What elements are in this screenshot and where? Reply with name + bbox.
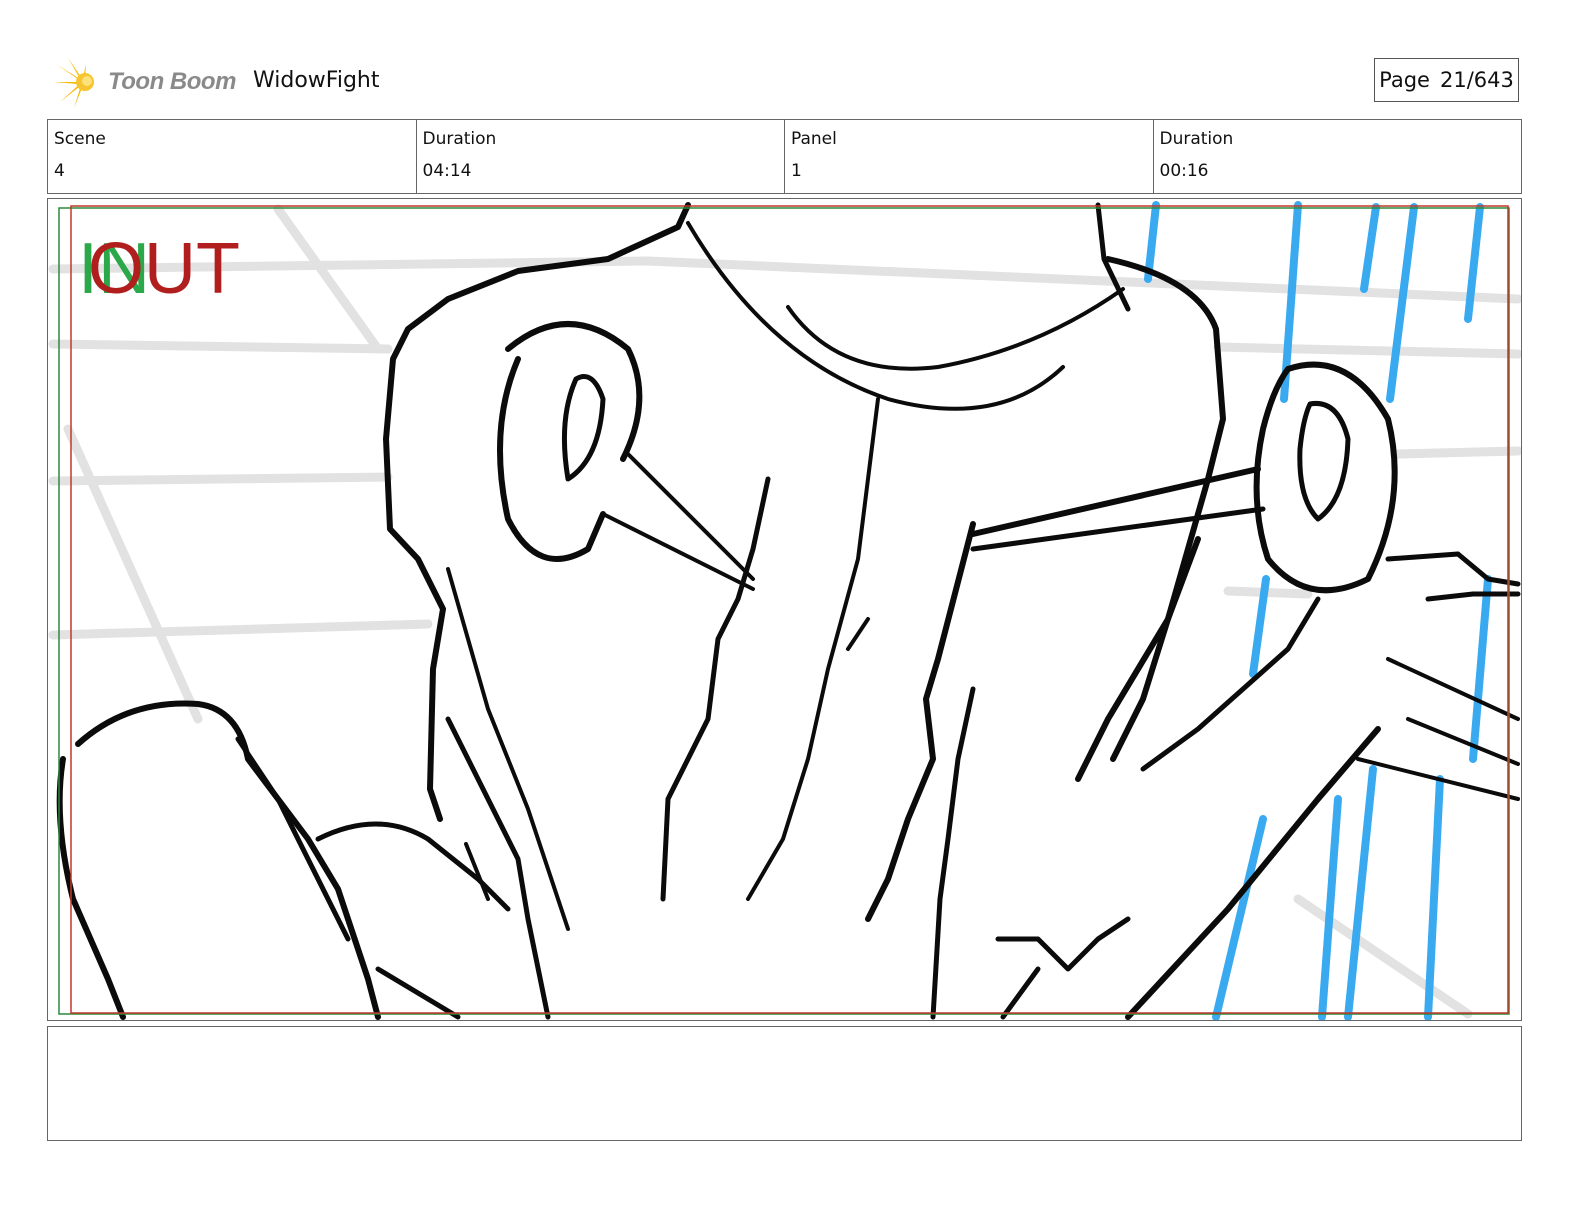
panel-duration-label: Duration bbox=[1159, 129, 1234, 149]
page-value: 21/643 bbox=[1439, 68, 1514, 92]
panel-label: Panel bbox=[791, 129, 837, 149]
panel-info-row: Scene 4 Duration 04:14 Panel 1 Duration … bbox=[47, 119, 1522, 194]
panel-sketch bbox=[48, 201, 1521, 1020]
toon-boom-logo: Toon Boom bbox=[52, 54, 242, 110]
storyboard-header: Toon Boom WidowFight Page 21/643 bbox=[48, 52, 1522, 112]
panel-duration-cell: Duration 00:16 bbox=[1154, 120, 1522, 193]
project-title: WidowFight bbox=[253, 68, 380, 93]
out-marker: OUT bbox=[88, 229, 240, 309]
page-indicator: Page 21/643 bbox=[1374, 58, 1519, 102]
starburst-icon bbox=[54, 58, 94, 108]
scene-value: 4 bbox=[54, 161, 65, 181]
scene-duration-label: Duration bbox=[422, 129, 497, 149]
scene-duration-value: 04:14 bbox=[422, 161, 472, 181]
panel-value: 1 bbox=[791, 161, 802, 181]
scene-label: Scene bbox=[54, 129, 106, 149]
panel-cell: Panel 1 bbox=[785, 120, 1154, 193]
blue-stripes bbox=[1144, 201, 1492, 1020]
in-out-markers: IN OUT bbox=[78, 229, 278, 309]
page-label: Page bbox=[1379, 68, 1430, 92]
background-grid bbox=[48, 204, 1521, 1019]
storyboard-panel-image: IN OUT bbox=[47, 198, 1522, 1021]
scene-duration-cell: Duration 04:14 bbox=[417, 120, 785, 193]
panel-notes-area bbox=[47, 1026, 1522, 1141]
panel-duration-value: 00:16 bbox=[1159, 161, 1209, 181]
logo-text: Toon Boom bbox=[108, 68, 236, 95]
scene-cell: Scene 4 bbox=[48, 120, 417, 193]
